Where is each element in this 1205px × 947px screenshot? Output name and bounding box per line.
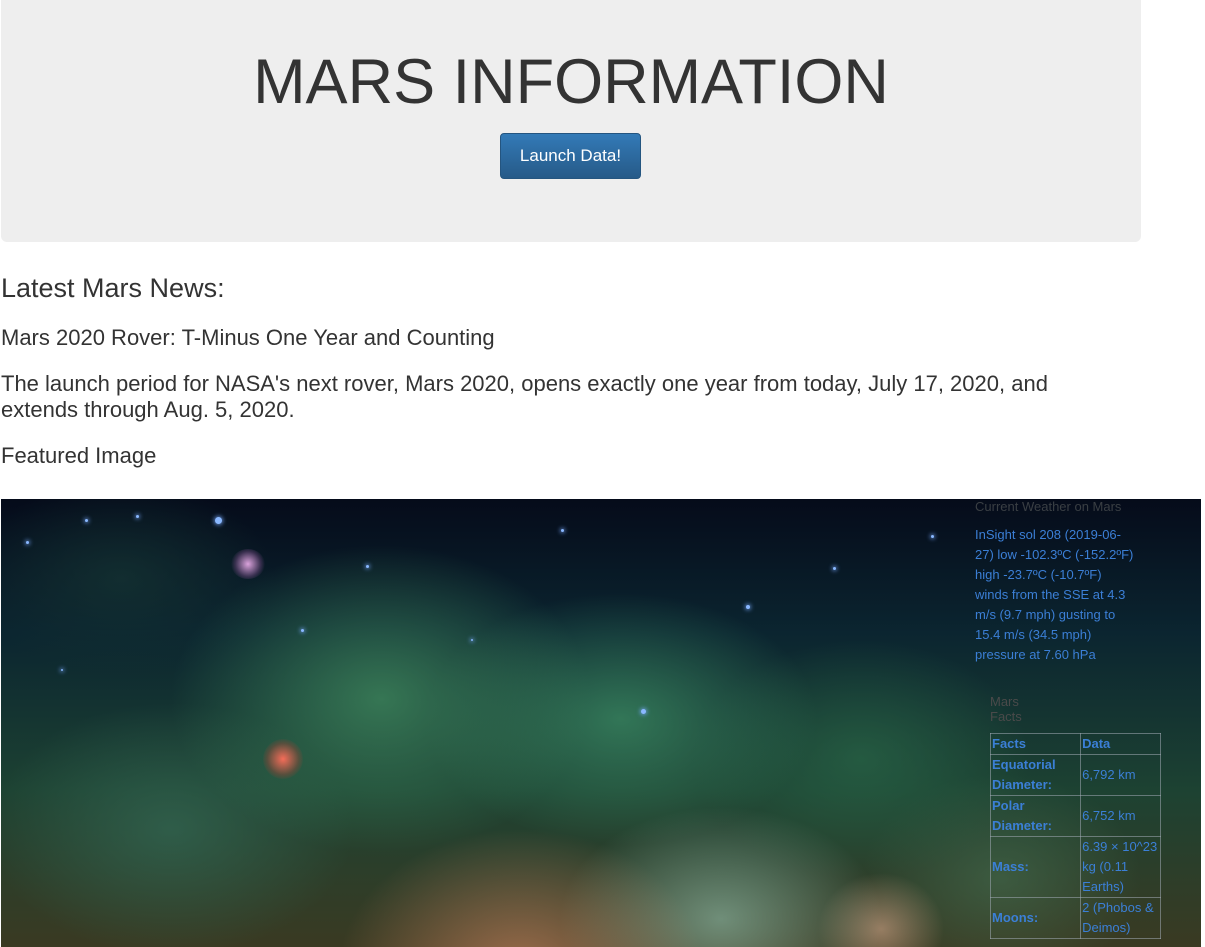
star [301, 629, 304, 632]
news-heading: Latest Mars News: [1, 273, 225, 303]
star [471, 639, 473, 641]
star [931, 535, 934, 538]
weather-heading: Current Weather on Mars [975, 499, 1122, 514]
fact-value: 6,792 km [1080, 754, 1161, 796]
column-header-facts: Facts [989, 733, 1082, 755]
nebula-red-glow [263, 739, 303, 779]
star [641, 709, 646, 714]
star [366, 565, 369, 568]
star [561, 529, 564, 532]
fact-value: 6,752 km [1080, 795, 1161, 837]
table-row: Equatorial Diameter: 6,792 km [989, 754, 1161, 796]
star [61, 669, 63, 671]
star [746, 605, 750, 609]
fact-value: 6.39 × 10^23 kg (0.11 Earths) [1080, 836, 1161, 898]
jumbotron-header: MARS INFORMATION Launch Data! [1, 0, 1141, 242]
fact-key: Equatorial Diameter: [989, 754, 1082, 796]
facts-caption: Mars Facts [990, 694, 1022, 724]
news-title: Mars 2020 Rover: T-Minus One Year and Co… [1, 325, 495, 350]
table-header-row: Facts Data [989, 733, 1161, 755]
fact-value: 2 (Phobos & Deimos) [1080, 897, 1161, 939]
mars-facts-table: Facts Data Equatorial Diameter: 6,792 km… [989, 733, 1161, 939]
table-row: Moons: 2 (Phobos & Deimos) [989, 897, 1161, 939]
star [215, 517, 222, 524]
column-header-data: Data [1080, 733, 1161, 755]
fact-key: Moons: [989, 897, 1082, 939]
fact-key: Mass: [989, 836, 1082, 898]
featured-image-label: Featured Image [1, 443, 157, 468]
fact-key: Polar Diameter: [989, 795, 1082, 837]
star [26, 541, 29, 544]
star [136, 515, 139, 518]
launch-data-button[interactable]: Launch Data! [500, 133, 641, 179]
star [833, 567, 836, 570]
table-row: Polar Diameter: 6,752 km [989, 795, 1161, 837]
weather-report: InSight sol 208 (2019-06-27) low -102.3º… [975, 527, 1134, 662]
table-row: Mass: 6.39 × 10^23 kg (0.11 Earths) [989, 836, 1161, 898]
nebula-pink-glow [231, 549, 265, 579]
star [85, 519, 88, 522]
news-paragraph: The launch period for NASA's next rover,… [1, 371, 1048, 422]
page-title: MARS INFORMATION [253, 47, 889, 117]
